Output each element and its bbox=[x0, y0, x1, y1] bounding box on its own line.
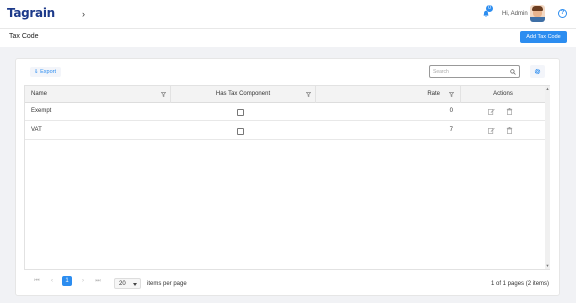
cell-name: Exempt bbox=[31, 108, 52, 114]
help-icon[interactable]: ? bbox=[558, 9, 567, 18]
scroll-down-icon[interactable]: ▼ bbox=[545, 263, 550, 269]
table-row[interactable]: VAT 7 bbox=[25, 122, 545, 140]
edit-icon[interactable] bbox=[488, 127, 495, 134]
page-size-value: 20 bbox=[119, 281, 126, 287]
add-tax-code-button[interactable]: Add Tax Code bbox=[520, 31, 567, 43]
column-header-rate[interactable]: Rate bbox=[316, 86, 461, 103]
column-header-has-tax-component[interactable]: Has Tax Component bbox=[171, 86, 316, 103]
app-logo[interactable]: Tagrain bbox=[7, 6, 55, 20]
gear-icon bbox=[534, 68, 541, 75]
filter-icon[interactable] bbox=[449, 92, 454, 97]
page-size-select[interactable]: 20 bbox=[114, 278, 141, 289]
export-button[interactable]: ⇓ Export bbox=[30, 67, 61, 77]
table-header: Name Has Tax Component Rate Actions bbox=[25, 86, 545, 103]
first-page-icon[interactable]: ⏮ bbox=[32, 276, 42, 286]
search-input[interactable] bbox=[433, 66, 511, 77]
filter-icon[interactable] bbox=[306, 92, 311, 97]
sidebar-toggle-icon[interactable]: › bbox=[82, 9, 85, 19]
table-row[interactable]: Exempt 0 bbox=[25, 103, 545, 121]
column-header-name[interactable]: Name bbox=[25, 86, 171, 103]
column-header-actions: Actions bbox=[461, 86, 545, 103]
logo-text: Tagrain bbox=[7, 6, 55, 20]
tax-code-grid: Name Has Tax Component Rate Actions Exem… bbox=[24, 85, 550, 270]
avatar[interactable] bbox=[530, 5, 545, 22]
column-label: Name bbox=[31, 91, 48, 97]
previous-page-icon[interactable]: ‹ bbox=[47, 276, 57, 286]
column-label: Actions bbox=[493, 91, 513, 97]
cell-rate: 7 bbox=[449, 127, 453, 133]
delete-icon[interactable] bbox=[506, 127, 513, 134]
column-label: Has Tax Component bbox=[215, 91, 271, 97]
next-page-icon[interactable]: › bbox=[78, 276, 88, 286]
cell-name: VAT bbox=[31, 127, 42, 133]
page-title: Tax Code bbox=[9, 33, 39, 40]
vertical-scrollbar[interactable]: ▲ ▼ bbox=[545, 86, 550, 269]
pager-info: 1 of 1 pages (2 items) bbox=[491, 281, 550, 287]
has-tax-component-checkbox[interactable] bbox=[237, 128, 244, 135]
chevron-down-icon bbox=[133, 283, 137, 286]
edit-icon[interactable] bbox=[488, 108, 495, 115]
delete-icon[interactable] bbox=[506, 108, 513, 115]
page-header bbox=[0, 28, 576, 47]
has-tax-component-checkbox[interactable] bbox=[237, 109, 244, 116]
items-per-page-label: items per page bbox=[147, 281, 187, 287]
cell-rate: 0 bbox=[449, 108, 453, 114]
page-number-button[interactable]: 1 bbox=[62, 276, 72, 286]
filter-icon[interactable] bbox=[161, 92, 166, 97]
search-icon[interactable] bbox=[510, 69, 516, 75]
scroll-up-icon[interactable]: ▲ bbox=[545, 86, 550, 92]
search-box[interactable] bbox=[429, 65, 520, 78]
column-chooser-button[interactable] bbox=[530, 65, 545, 78]
export-label: Export bbox=[40, 69, 57, 75]
column-label: Rate bbox=[427, 91, 440, 97]
user-greeting: Hi, Admin bbox=[502, 11, 528, 17]
last-page-icon[interactable]: ⏭ bbox=[93, 276, 103, 286]
notification-badge: 0 bbox=[486, 5, 493, 12]
